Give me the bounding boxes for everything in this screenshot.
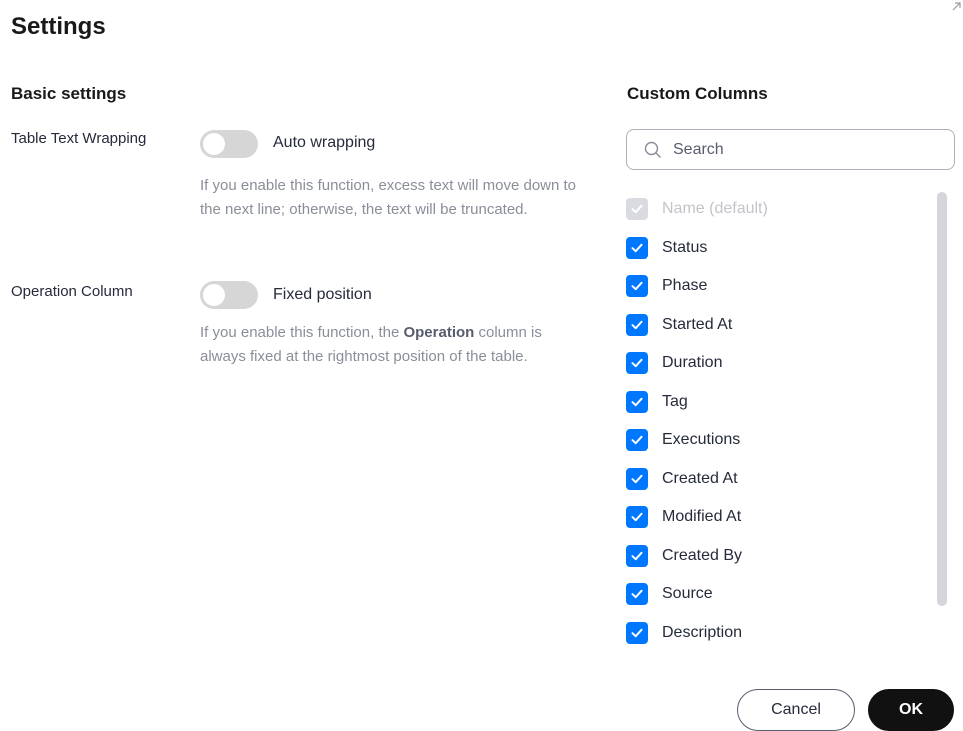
custom-columns-title: Custom Columns: [627, 84, 768, 103]
toggle-knob: [203, 284, 225, 306]
check-icon: [631, 243, 643, 252]
check-icon: [631, 628, 643, 637]
column-label: Source: [662, 585, 713, 603]
column-checkbox[interactable]: [626, 236, 648, 259]
operation-column-label: Operation Column: [11, 283, 133, 300]
check-icon: [631, 474, 643, 483]
column-checkbox[interactable]: [626, 467, 648, 490]
column-item[interactable]: Modified At: [626, 498, 926, 537]
column-item[interactable]: Source: [626, 575, 926, 614]
cancel-button[interactable]: Cancel: [737, 689, 855, 731]
column-checkbox[interactable]: [626, 390, 648, 413]
search-input[interactable]: [671, 136, 941, 164]
column-item[interactable]: Executions: [626, 421, 926, 460]
column-item[interactable]: Phase: [626, 267, 926, 306]
ok-button[interactable]: OK: [868, 689, 954, 731]
column-label: Phase: [662, 277, 708, 295]
auto-wrapping-label: Auto wrapping: [273, 134, 376, 151]
column-label: Modified At: [662, 508, 742, 526]
column-checkbox: [626, 198, 648, 221]
search-icon: [644, 141, 662, 159]
expand-icon[interactable]: [950, 0, 963, 13]
column-item[interactable]: Started At: [626, 306, 926, 345]
column-item[interactable]: Created By: [626, 537, 926, 576]
column-label: Description: [662, 623, 743, 641]
column-item[interactable]: Status: [626, 229, 926, 268]
auto-wrapping-description: If you enable this function, excess text…: [200, 177, 577, 218]
fixed-position-toggle[interactable]: [200, 281, 258, 309]
check-icon: [631, 436, 643, 445]
column-label: Started At: [662, 315, 733, 333]
toggle-knob: [203, 133, 225, 155]
check-icon: [631, 359, 643, 368]
column-item: Name (default): [626, 190, 926, 229]
column-label: Created By: [662, 546, 743, 564]
search-box[interactable]: [626, 129, 955, 170]
column-checkbox[interactable]: [626, 352, 648, 375]
column-label: Duration: [662, 354, 723, 372]
check-icon: [631, 282, 643, 291]
column-label: Name (default): [662, 200, 768, 218]
check-icon: [631, 205, 643, 214]
auto-wrapping-toggle[interactable]: [200, 130, 258, 158]
column-checkbox[interactable]: [626, 313, 648, 336]
dialog-title: Settings: [11, 13, 106, 40]
check-icon: [631, 397, 643, 406]
column-item[interactable]: Tag: [626, 383, 926, 422]
column-checkbox[interactable]: [626, 621, 648, 644]
column-label: Created At: [662, 469, 738, 487]
columns-scrollbar[interactable]: [937, 192, 947, 606]
column-item[interactable]: Created At: [626, 460, 926, 499]
check-icon: [631, 513, 643, 522]
column-item[interactable]: Description: [626, 614, 926, 653]
check-icon: [631, 551, 643, 560]
column-checkbox[interactable]: [626, 544, 648, 567]
description-bold-operation: Operation: [403, 324, 475, 341]
column-label: Status: [662, 238, 708, 256]
column-label: Executions: [662, 431, 741, 449]
column-checkbox[interactable]: [626, 583, 648, 606]
fixed-position-label: Fixed position: [273, 286, 372, 303]
basic-settings-title: Basic settings: [11, 84, 127, 103]
column-checkbox[interactable]: [626, 429, 648, 452]
custom-columns-list: Name (default) Status Phase Started At Durat…: [626, 190, 926, 652]
check-icon: [631, 590, 643, 599]
check-icon: [631, 320, 643, 329]
column-item[interactable]: Duration: [626, 344, 926, 383]
fixed-position-description: If you enable this function, the Operati…: [200, 321, 590, 369]
description-text: If you enable this function, the: [200, 324, 404, 341]
column-label: Tag: [662, 392, 688, 410]
column-checkbox[interactable]: [626, 275, 648, 298]
column-checkbox[interactable]: [626, 506, 648, 529]
table-text-wrapping-label: Table Text Wrapping: [11, 130, 147, 147]
